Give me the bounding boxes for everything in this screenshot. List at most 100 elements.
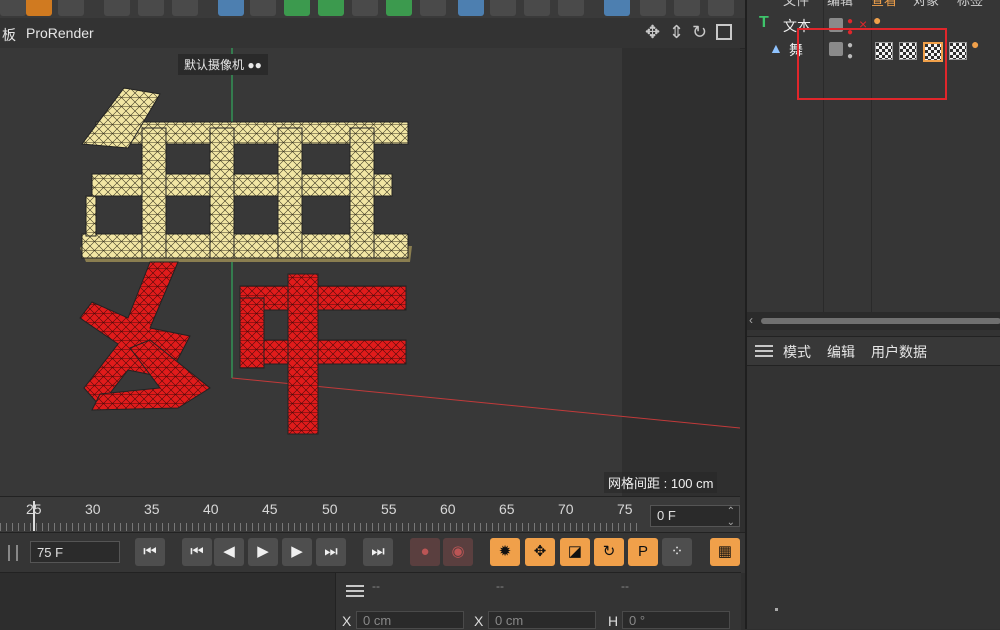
- go-to-end-button[interactable]: ⏭: [363, 538, 393, 566]
- coord-x2-input[interactable]: 0 cm: [488, 611, 596, 629]
- menu-edit[interactable]: 编辑: [827, 0, 853, 9]
- camera-icon: ●●: [247, 58, 262, 72]
- tool-button[interactable]: [0, 0, 26, 16]
- tag-icon[interactable]: ●: [971, 36, 979, 52]
- coordinate-z-button[interactable]: [26, 0, 52, 16]
- attributes-menu-icon[interactable]: [755, 345, 773, 347]
- stepper-arrows-icon[interactable]: ⌃ ⌄: [727, 506, 735, 528]
- 3d-viewport[interactable]: 默认摄像机 ●● 网格间距 : 100 cm: [0, 48, 740, 496]
- menu-view[interactable]: 查看: [871, 0, 897, 9]
- current-frame-value: 0 F: [657, 508, 676, 523]
- timeline[interactable]: 25 30 35 40 45 50 55 60 65 70 75 0 F ⌃⌄: [0, 496, 740, 533]
- auto-key-button[interactable]: ◉: [443, 538, 473, 566]
- timeline-tick: 45: [262, 501, 278, 517]
- go-to-start-button[interactable]: ⏮: [135, 538, 165, 566]
- floor-button[interactable]: [490, 0, 516, 16]
- attributes-menu-bar: 模式 编辑 用户数据: [747, 336, 1000, 366]
- timeline-tick: 75: [617, 501, 633, 517]
- mograph-button[interactable]: [386, 0, 412, 16]
- prev-frame-button[interactable]: ◀: [214, 538, 244, 566]
- coord-x2-value: 0 cm: [495, 613, 524, 628]
- viewport-menu-prorender[interactable]: ProRender: [26, 25, 94, 41]
- glyph-top-mesh[interactable]: [80, 87, 412, 262]
- key-scale-button[interactable]: ◪: [560, 538, 590, 566]
- menu-objects[interactable]: 对象: [913, 0, 939, 9]
- coord-h-input[interactable]: 0 °: [622, 611, 730, 629]
- coord-dash: --: [621, 579, 629, 593]
- attr-tab-mode[interactable]: 模式: [783, 342, 811, 362]
- cube-object-button[interactable]: [218, 0, 244, 16]
- next-key-button[interactable]: ⏭: [316, 538, 346, 566]
- dolly-view-icon[interactable]: ⇕: [669, 22, 684, 43]
- play-button[interactable]: ▶: [248, 538, 278, 566]
- rotate-view-icon[interactable]: ↻: [692, 22, 707, 43]
- render-settings-button[interactable]: [172, 0, 198, 16]
- scene-button[interactable]: [420, 0, 446, 16]
- deformer-button[interactable]: [352, 0, 378, 16]
- maximize-view-icon[interactable]: [716, 24, 732, 40]
- key-position-button[interactable]: ✥: [525, 538, 555, 566]
- tool-button[interactable]: [640, 0, 666, 16]
- extrude-object-icon: ▲: [769, 40, 783, 56]
- main-toolbar: [0, 0, 745, 18]
- coord-x2-label: X: [474, 613, 484, 629]
- viewport-menu-panel[interactable]: 板: [2, 25, 16, 45]
- coord-x-input[interactable]: 0 cm: [356, 611, 464, 629]
- record-disabled-button[interactable]: ●: [410, 538, 440, 566]
- right-panel: 文件 编辑 查看 对象 标签 T 文本 ● ● × ● ▲ 舞 ● ● ● ‹ …: [745, 0, 1000, 629]
- tool-button[interactable]: [674, 0, 700, 16]
- viewport-menu-bar: 板 ProRender ✥ ⇕ ↻: [0, 18, 745, 49]
- sky-button[interactable]: [458, 0, 484, 16]
- timeline-playhead[interactable]: [33, 501, 35, 531]
- light-button[interactable]: [558, 0, 584, 16]
- glyph-bottom-mesh[interactable]: [79, 261, 407, 435]
- move-view-icon[interactable]: ✥: [645, 22, 660, 43]
- object-manager[interactable]: 文件 编辑 查看 对象 标签 T 文本 ● ● × ● ▲ 舞 ● ● ●: [747, 0, 1000, 312]
- tool-button[interactable]: [58, 0, 84, 16]
- next-frame-button[interactable]: ▶: [282, 538, 312, 566]
- highlight-annotation-box: [797, 28, 947, 100]
- menu-file[interactable]: 文件: [783, 0, 809, 9]
- resize-dot-icon: [775, 608, 778, 611]
- prev-key-button[interactable]: ⏮: [182, 538, 212, 566]
- end-frame-value: 75 F: [37, 545, 64, 560]
- timeline-tick: 35: [144, 501, 160, 517]
- key-rotation-button[interactable]: ↻: [594, 538, 624, 566]
- timeline-tick: 50: [322, 501, 338, 517]
- tag-icon[interactable]: ●: [873, 12, 881, 28]
- menu-tags[interactable]: 标签: [957, 0, 983, 9]
- spline-button[interactable]: [250, 0, 276, 16]
- key-pla-button[interactable]: ⁘: [662, 538, 692, 566]
- camera-label-text: 默认摄像机: [184, 58, 245, 72]
- attr-tab-user-data[interactable]: 用户数据: [871, 342, 927, 362]
- tool-button[interactable]: [708, 0, 734, 16]
- coordinate-manager: -- -- -- X 0 cm X 0 cm H 0 °: [335, 572, 741, 630]
- timeline-tick: 40: [203, 501, 219, 517]
- current-frame-field[interactable]: 0 F ⌃ ⌄: [650, 505, 740, 528]
- array-button[interactable]: [318, 0, 344, 16]
- timeline-window-button[interactable]: ▦: [710, 538, 740, 566]
- key-selection-button[interactable]: ✹: [490, 538, 520, 566]
- render-region-button[interactable]: [104, 0, 130, 16]
- timeline-tick: 60: [440, 501, 456, 517]
- horizontal-scrollbar[interactable]: ‹: [747, 312, 1000, 330]
- coord-dash: --: [372, 579, 380, 593]
- object-manager-menu: 文件 编辑 查看 对象 标签: [747, 0, 1000, 9]
- transport-bar: 75 F ⏮ ⏮ ◀ ▶ ▶ ⏭ ⏭ ● ◉ ✹ ✥ ◪ ↻ P ⁘ ▦: [0, 532, 745, 573]
- coord-dash: --: [496, 579, 504, 593]
- plugin-button[interactable]: [604, 0, 630, 16]
- pause-grip-icon[interactable]: [8, 545, 18, 561]
- material-tag-icon[interactable]: [949, 42, 967, 60]
- nurbs-button[interactable]: [284, 0, 310, 16]
- render-view-button[interactable]: [138, 0, 164, 16]
- scrollbar-thumb[interactable]: [761, 318, 1000, 324]
- coord-x-value: 0 cm: [363, 613, 392, 628]
- camera-button[interactable]: [524, 0, 550, 16]
- coord-h-label: H: [608, 613, 619, 629]
- key-parameter-button[interactable]: P: [628, 538, 658, 566]
- scroll-left-icon[interactable]: ‹: [749, 313, 753, 327]
- timeline-ruler[interactable]: [0, 523, 640, 531]
- end-frame-field[interactable]: 75 F: [30, 541, 120, 563]
- attr-tab-edit[interactable]: 编辑: [827, 342, 855, 362]
- coordinate-menu-icon[interactable]: [346, 585, 364, 587]
